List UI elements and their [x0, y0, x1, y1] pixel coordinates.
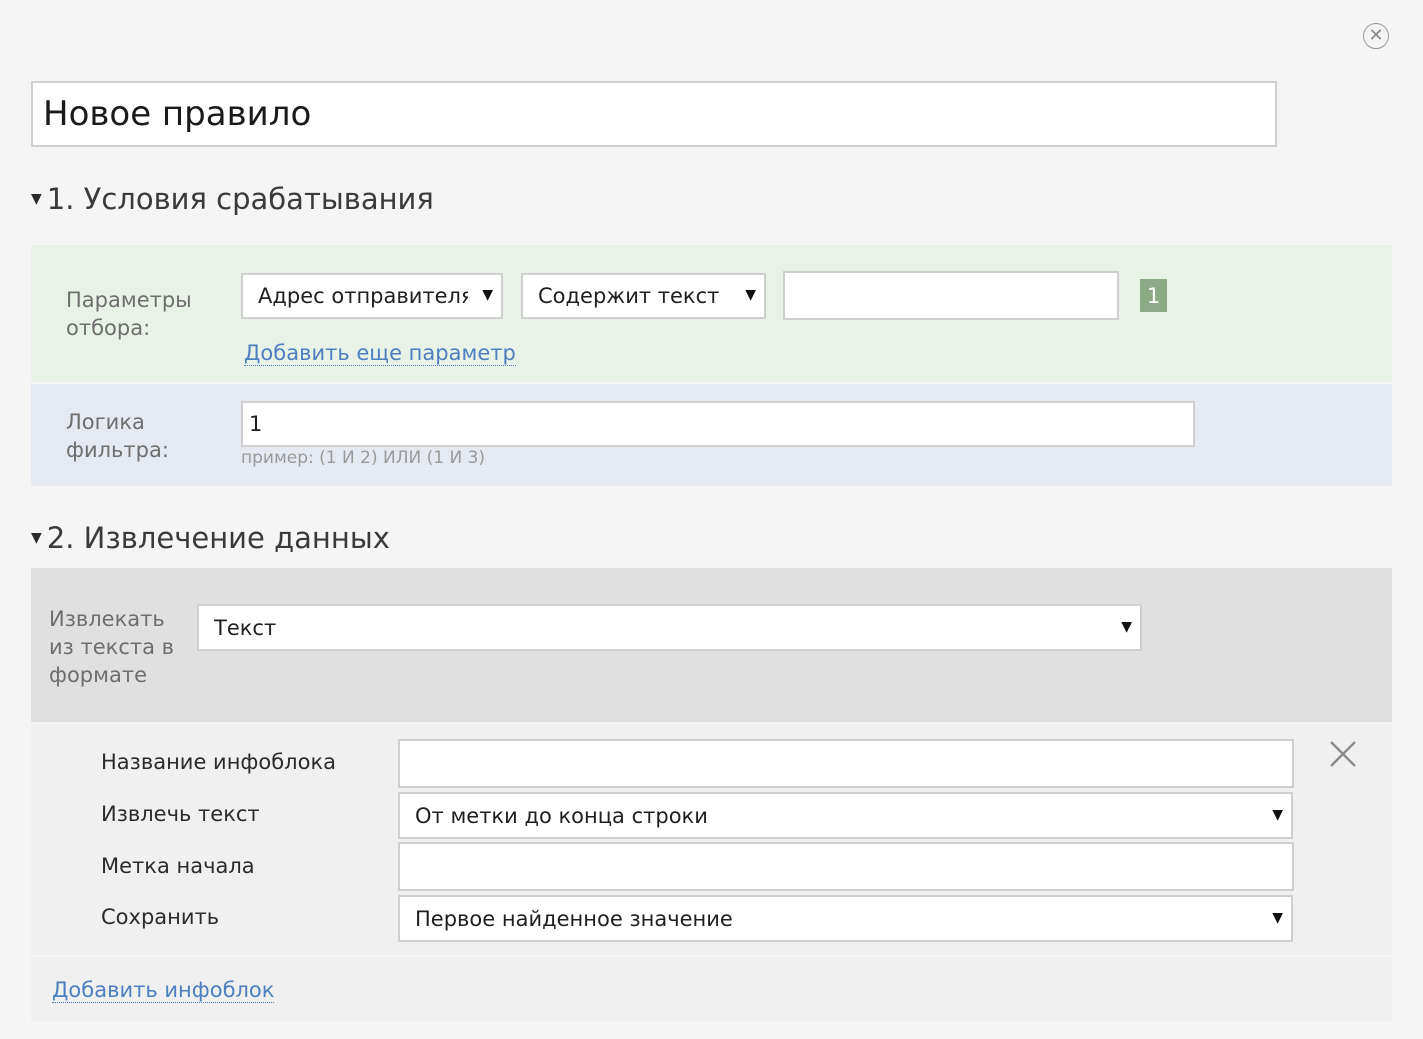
section-conditions-toggle[interactable]: ▼ 1. Условия срабатывания [31, 182, 434, 216]
filter-logic-label: Логика фильтра: [66, 408, 169, 464]
dropdown-arrow-icon: ▼ [1121, 618, 1132, 635]
condition-value-input[interactable] [783, 271, 1119, 320]
section-extraction-title: 2. Извлечение данных [46, 521, 390, 555]
extract-text-select[interactable]: От метки до конца строки ▼ [398, 792, 1293, 839]
save-mode-select[interactable]: Первое найденное значение ▼ [398, 895, 1293, 942]
save-mode-select-value: Первое найденное значение [415, 906, 733, 931]
filter-logic-hint: пример: (1 И 2) ИЛИ (1 И 3) [241, 448, 486, 468]
caret-down-icon: ▼ [31, 191, 42, 207]
condition-select-value: Содержит текст [538, 284, 720, 308]
dropdown-arrow-icon: ▼ [745, 287, 756, 304]
dropdown-arrow-icon: ▼ [1272, 909, 1283, 926]
infoblock-name-input[interactable] [398, 739, 1294, 788]
format-select-value: Текст [214, 615, 277, 640]
save-mode-label: Сохранить [101, 905, 220, 929]
extract-text-label: Извлечь текст [101, 802, 260, 826]
field-select[interactable]: Адрес отправителя ▼ [241, 273, 503, 319]
start-mark-label: Метка начала [101, 854, 255, 878]
add-param-link[interactable]: Добавить еще параметр [244, 341, 516, 366]
param-number-badge: 1 [1140, 279, 1167, 312]
add-infoblock-link[interactable]: Добавить инфоблок [52, 978, 275, 1003]
start-mark-input[interactable] [398, 842, 1294, 891]
close-circle-icon: ✕ [1368, 25, 1384, 46]
extract-format-label-line1: Извлекать [49, 607, 165, 631]
filter-logic-input[interactable] [241, 401, 1195, 447]
filter-params-label-line2: отбора: [66, 316, 151, 340]
filter-params-label-line1: Параметры [66, 288, 192, 312]
section-extraction-toggle[interactable]: ▼ 2. Извлечение данных [31, 521, 390, 555]
extract-text-select-value: От метки до конца строки [415, 803, 708, 828]
dropdown-arrow-icon: ▼ [1272, 806, 1283, 823]
field-select-value: Адрес отправителя [258, 284, 468, 308]
remove-infoblock-icon[interactable] [1327, 738, 1359, 770]
dropdown-arrow-icon: ▼ [482, 287, 493, 304]
filter-params-label: Параметры отбора: [66, 286, 192, 342]
infoblock-name-label: Название инфоблока [101, 750, 336, 774]
filter-logic-label-line1: Логика [66, 410, 145, 434]
extract-format-label: Извлекать из текста в формате [49, 605, 174, 689]
rule-name-input[interactable] [31, 81, 1277, 147]
condition-select[interactable]: Содержит текст ▼ [521, 273, 766, 319]
extract-format-label-line3: формате [49, 663, 147, 687]
filter-logic-label-line2: фильтра: [66, 438, 169, 462]
close-dialog-button[interactable]: ✕ [1363, 23, 1389, 49]
section-conditions-title: 1. Условия срабатывания [46, 182, 434, 216]
extract-format-label-line2: из текста в [49, 635, 175, 659]
format-select[interactable]: Текст ▼ [197, 604, 1142, 651]
caret-down-icon: ▼ [31, 530, 42, 546]
